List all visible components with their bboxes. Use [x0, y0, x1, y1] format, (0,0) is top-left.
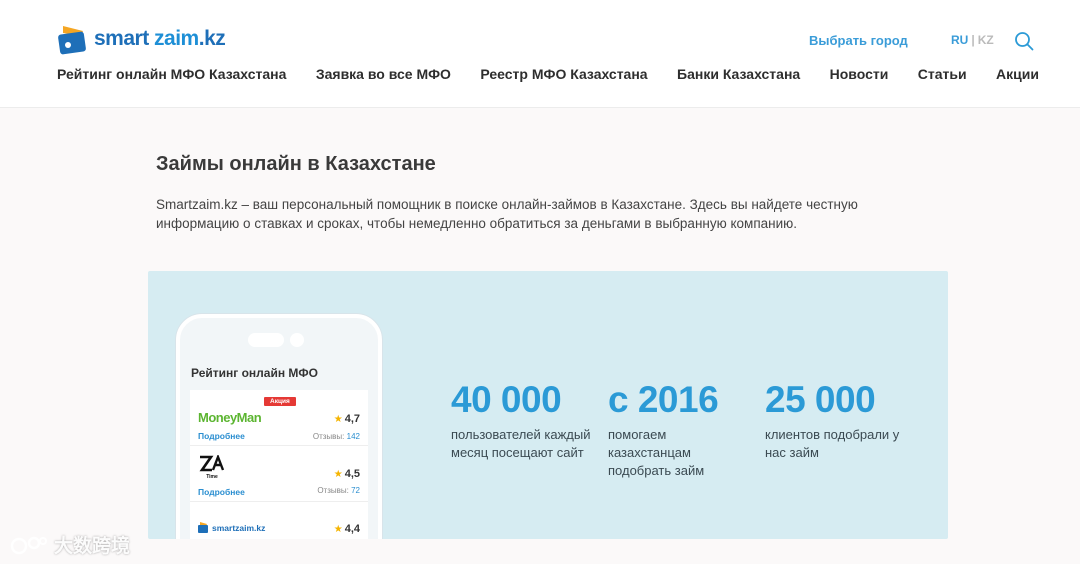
stat-description: клиентов подобрали у нас займ — [765, 427, 900, 460]
nav-banks[interactable]: Банки Казахстана — [677, 66, 800, 82]
stat-description: пользователей каждый месяц посещают сайт — [451, 427, 591, 460]
main-nav: Рейтинг онлайн МФО Казахстана Заявка во … — [57, 66, 1039, 82]
stat-clients: 25 000 клиентов подобрали у нас займ — [765, 379, 905, 462]
site-logo[interactable]: smart zaim.kz — [57, 22, 226, 56]
star-icon: ★ — [333, 469, 343, 480]
promo-badge: Акция — [264, 397, 296, 406]
stat-number: 40 000 — [451, 379, 562, 420]
nav-news[interactable]: Новости — [830, 66, 889, 82]
language-switcher: RU | KZ — [951, 33, 994, 47]
search-icon[interactable] — [1014, 31, 1034, 51]
nav-promotions[interactable]: Акции — [996, 66, 1039, 82]
rating-value: 4,4 — [344, 523, 360, 535]
nav-apply-all[interactable]: Заявка во все МФО — [316, 66, 451, 82]
rating: ★ 4,7 — [334, 413, 360, 425]
more-link[interactable]: Подробнее — [198, 431, 245, 441]
stat-number: с 2016 — [608, 379, 719, 420]
phone-speaker — [248, 333, 284, 347]
smartzaim-logo-text: smartzaim.kz — [212, 522, 266, 533]
wallet-icon — [198, 522, 208, 533]
watermark-logo-icon — [10, 536, 47, 554]
stat-users: 40 000 пользователей каждый месяц посеща… — [451, 379, 591, 462]
site-header: smart zaim.kz Выбрать город RU | KZ Рейтин… — [0, 0, 1080, 108]
lang-kz[interactable]: KZ — [978, 33, 994, 47]
reviews: Отзывы: 142 — [313, 432, 360, 441]
logo-text: smart zaim.kz — [94, 27, 226, 51]
list-item: smartzaim.kz ★ 4,4 — [190, 502, 368, 539]
rating-value: 4,7 — [344, 413, 360, 425]
watermark-text: 大数跨境 — [54, 536, 131, 557]
logo-text-kz: .kz — [198, 27, 226, 50]
star-icon: ★ — [333, 414, 343, 425]
stats-banner: Рейтинг онлайн МФО Акция MoneyMan Подроб… — [148, 271, 948, 539]
zatime-logo-icon — [199, 453, 225, 472]
phone-camera — [290, 333, 304, 347]
reviews: Отзывы: 72 — [317, 486, 360, 495]
rating-value: 4,5 — [344, 468, 360, 480]
logo-text-zaim: zaim — [154, 27, 199, 50]
zatime-logo: Time — [198, 453, 226, 480]
phone-title: Рейтинг онлайн МФО — [191, 366, 318, 380]
phone-mockup: Рейтинг онлайн МФО Акция MoneyMan Подроб… — [176, 314, 382, 539]
zatime-logo-text: Time — [206, 474, 218, 480]
reviews-count[interactable]: 72 — [351, 486, 360, 495]
choose-city-link[interactable]: Выбрать город — [809, 33, 908, 48]
reviews-label: Отзывы: — [312, 432, 345, 441]
smartzaim-logo: smartzaim.kz — [198, 522, 265, 533]
rating: ★ 4,4 — [334, 523, 360, 535]
list-item: Акция MoneyMan Подробнее ★ 4,7 Отзывы: 14… — [190, 390, 368, 446]
intro-text: Smartzaim.kz – ваш персональный помощник… — [156, 197, 858, 231]
phone-mfo-list: Акция MoneyMan Подробнее ★ 4,7 Отзывы: 14… — [190, 390, 368, 539]
nav-mfo-registry[interactable]: Реестр МФО Казахстана — [480, 66, 647, 82]
lang-ru[interactable]: RU — [951, 33, 968, 47]
stat-since: с 2016 помогаем казахстанцам подобрать з… — [608, 379, 748, 480]
rating: ★ 4,5 — [334, 468, 360, 480]
wallet-logo-icon — [58, 26, 86, 55]
page-title: Займы онлайн в Казахстане — [156, 153, 436, 175]
reviews-count[interactable]: 142 — [347, 432, 360, 441]
reviews-label: Отзывы: — [317, 486, 349, 495]
stat-number: 25 000 — [765, 379, 876, 420]
stat-description: помогаем казахстанцам подобрать займ — [608, 427, 705, 478]
logo-text-smart: smart — [94, 27, 149, 50]
more-link[interactable]: Подробнее — [198, 487, 245, 497]
lang-separator: | — [971, 33, 975, 47]
nav-articles[interactable]: Статьи — [918, 66, 967, 82]
moneyman-logo: MoneyMan — [198, 410, 262, 425]
watermark: 大数跨境 — [10, 531, 130, 558]
nav-mfo-rating[interactable]: Рейтинг онлайн МФО Казахстана — [57, 66, 286, 82]
star-icon: ★ — [333, 524, 343, 535]
list-item: Time Подробнее ★ 4,5 Отзывы: 72 — [190, 446, 368, 502]
